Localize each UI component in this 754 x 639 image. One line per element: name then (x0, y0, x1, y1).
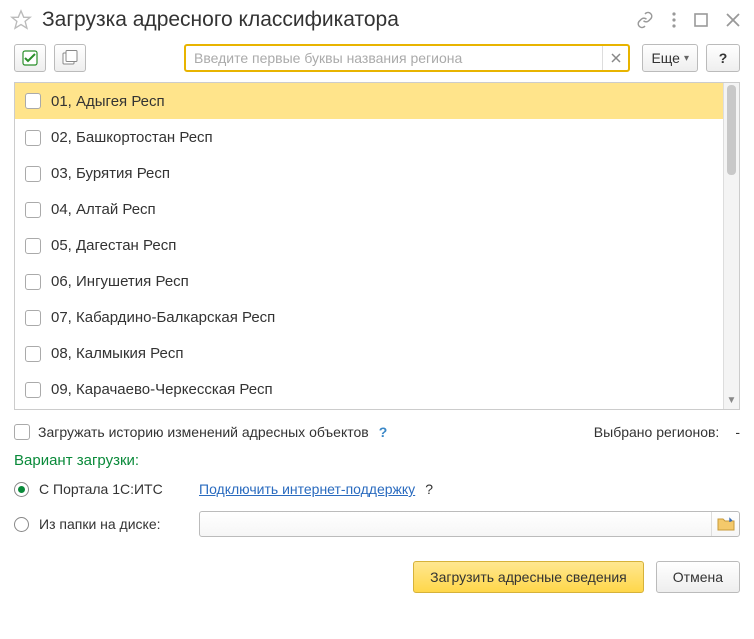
region-checkbox[interactable] (25, 166, 41, 182)
folder-path-field[interactable] (199, 511, 740, 537)
region-list: 01, Адыгея Респ 02, Башкортостан Респ 03, … (14, 82, 740, 410)
region-label: 05, Дагестан Респ (51, 237, 176, 254)
history-checkbox[interactable] (14, 424, 30, 440)
window-title: Загрузка адресного классификатора (42, 8, 626, 32)
region-checkbox[interactable] (25, 346, 41, 362)
portal-radio-row: С Портала 1С:ИТС Подключить интернет-под… (14, 477, 740, 507)
selected-regions-count: - (735, 424, 740, 440)
region-list-body: 01, Адыгея Респ 02, Башкортостан Респ 03, … (15, 83, 723, 409)
region-row[interactable]: 06, Ингушетия Респ (15, 263, 723, 299)
folder-path-input[interactable] (200, 512, 711, 536)
link-icon[interactable] (636, 11, 654, 29)
variant-section-title: Вариант загрузки: (0, 446, 754, 477)
help-button[interactable]: ? (706, 44, 740, 72)
portal-radio[interactable] (14, 482, 29, 497)
scrollbar[interactable]: ▼ (723, 83, 739, 409)
region-label: 08, Калмыкия Респ (51, 345, 184, 362)
region-label: 09, Карачаево-Черкесская Респ (51, 381, 273, 398)
more-button-label: Еще (651, 50, 680, 66)
search-field[interactable] (184, 44, 630, 72)
connect-support-link[interactable]: Подключить интернет-поддержку (199, 481, 415, 497)
folder-radio-label: Из папки на диске: (39, 516, 189, 532)
region-row[interactable]: 03, Бурятия Респ (15, 155, 723, 191)
region-label: 07, Кабардино-Балкарская Респ (51, 309, 275, 326)
more-button[interactable]: Еще ▾ (642, 44, 698, 72)
region-row[interactable]: 07, Кабардино-Балкарская Респ (15, 299, 723, 335)
favorite-star-icon[interactable] (10, 9, 32, 31)
footer: Загрузить адресные сведения Отмена (0, 547, 754, 593)
uncheck-all-button[interactable] (54, 44, 86, 72)
region-checkbox[interactable] (25, 310, 41, 326)
options-row: Загружать историю изменений адресных объ… (0, 410, 754, 446)
history-label: Загружать историю изменений адресных объ… (38, 424, 369, 440)
region-row[interactable]: 04, Алтай Респ (15, 191, 723, 227)
region-label: 04, Алтай Респ (51, 201, 156, 218)
window-controls (636, 11, 740, 29)
check-all-button[interactable] (14, 44, 46, 72)
region-row[interactable]: 05, Дагестан Респ (15, 227, 723, 263)
region-row[interactable]: 02, Башкортостан Респ (15, 119, 723, 155)
region-label: 06, Ингушетия Респ (51, 273, 189, 290)
search-input[interactable] (186, 46, 602, 70)
variant-radios: С Портала 1С:ИТС Подключить интернет-под… (0, 477, 754, 547)
menu-dots-icon[interactable] (672, 12, 676, 28)
maximize-icon[interactable] (694, 13, 708, 27)
region-label: 03, Бурятия Респ (51, 165, 170, 182)
region-checkbox[interactable] (25, 274, 41, 290)
region-row[interactable]: 01, Адыгея Респ (15, 83, 723, 119)
folder-radio[interactable] (14, 517, 29, 532)
region-label: 01, Адыгея Респ (51, 93, 165, 110)
region-checkbox[interactable] (25, 382, 41, 398)
titlebar: Загрузка адресного классификатора (0, 0, 754, 40)
region-checkbox[interactable] (25, 93, 41, 109)
region-row[interactable]: 08, Калмыкия Респ (15, 335, 723, 371)
region-row[interactable]: 09, Карачаево-Черкесская Респ (15, 371, 723, 407)
selected-regions-label: Выбрано регионов: (594, 424, 720, 440)
region-checkbox[interactable] (25, 130, 41, 146)
region-checkbox[interactable] (25, 238, 41, 254)
load-button[interactable]: Загрузить адресные сведения (413, 561, 644, 593)
scroll-down-icon[interactable]: ▼ (724, 395, 739, 406)
chevron-down-icon: ▾ (684, 53, 689, 64)
folder-radio-row: Из папки на диске: (14, 507, 740, 547)
history-help-icon[interactable]: ? (379, 424, 388, 440)
cancel-button[interactable]: Отмена (656, 561, 740, 593)
region-label: 02, Башкортостан Респ (51, 129, 213, 146)
region-checkbox[interactable] (25, 202, 41, 218)
toolbar: Еще ▾ ? (0, 40, 754, 82)
clear-search-button[interactable] (602, 46, 628, 70)
portal-radio-label: С Портала 1С:ИТС (39, 481, 189, 497)
scrollbar-thumb[interactable] (727, 85, 736, 175)
browse-folder-button[interactable] (711, 512, 739, 536)
connect-help-icon[interactable]: ? (425, 481, 433, 497)
close-icon[interactable] (726, 13, 740, 27)
